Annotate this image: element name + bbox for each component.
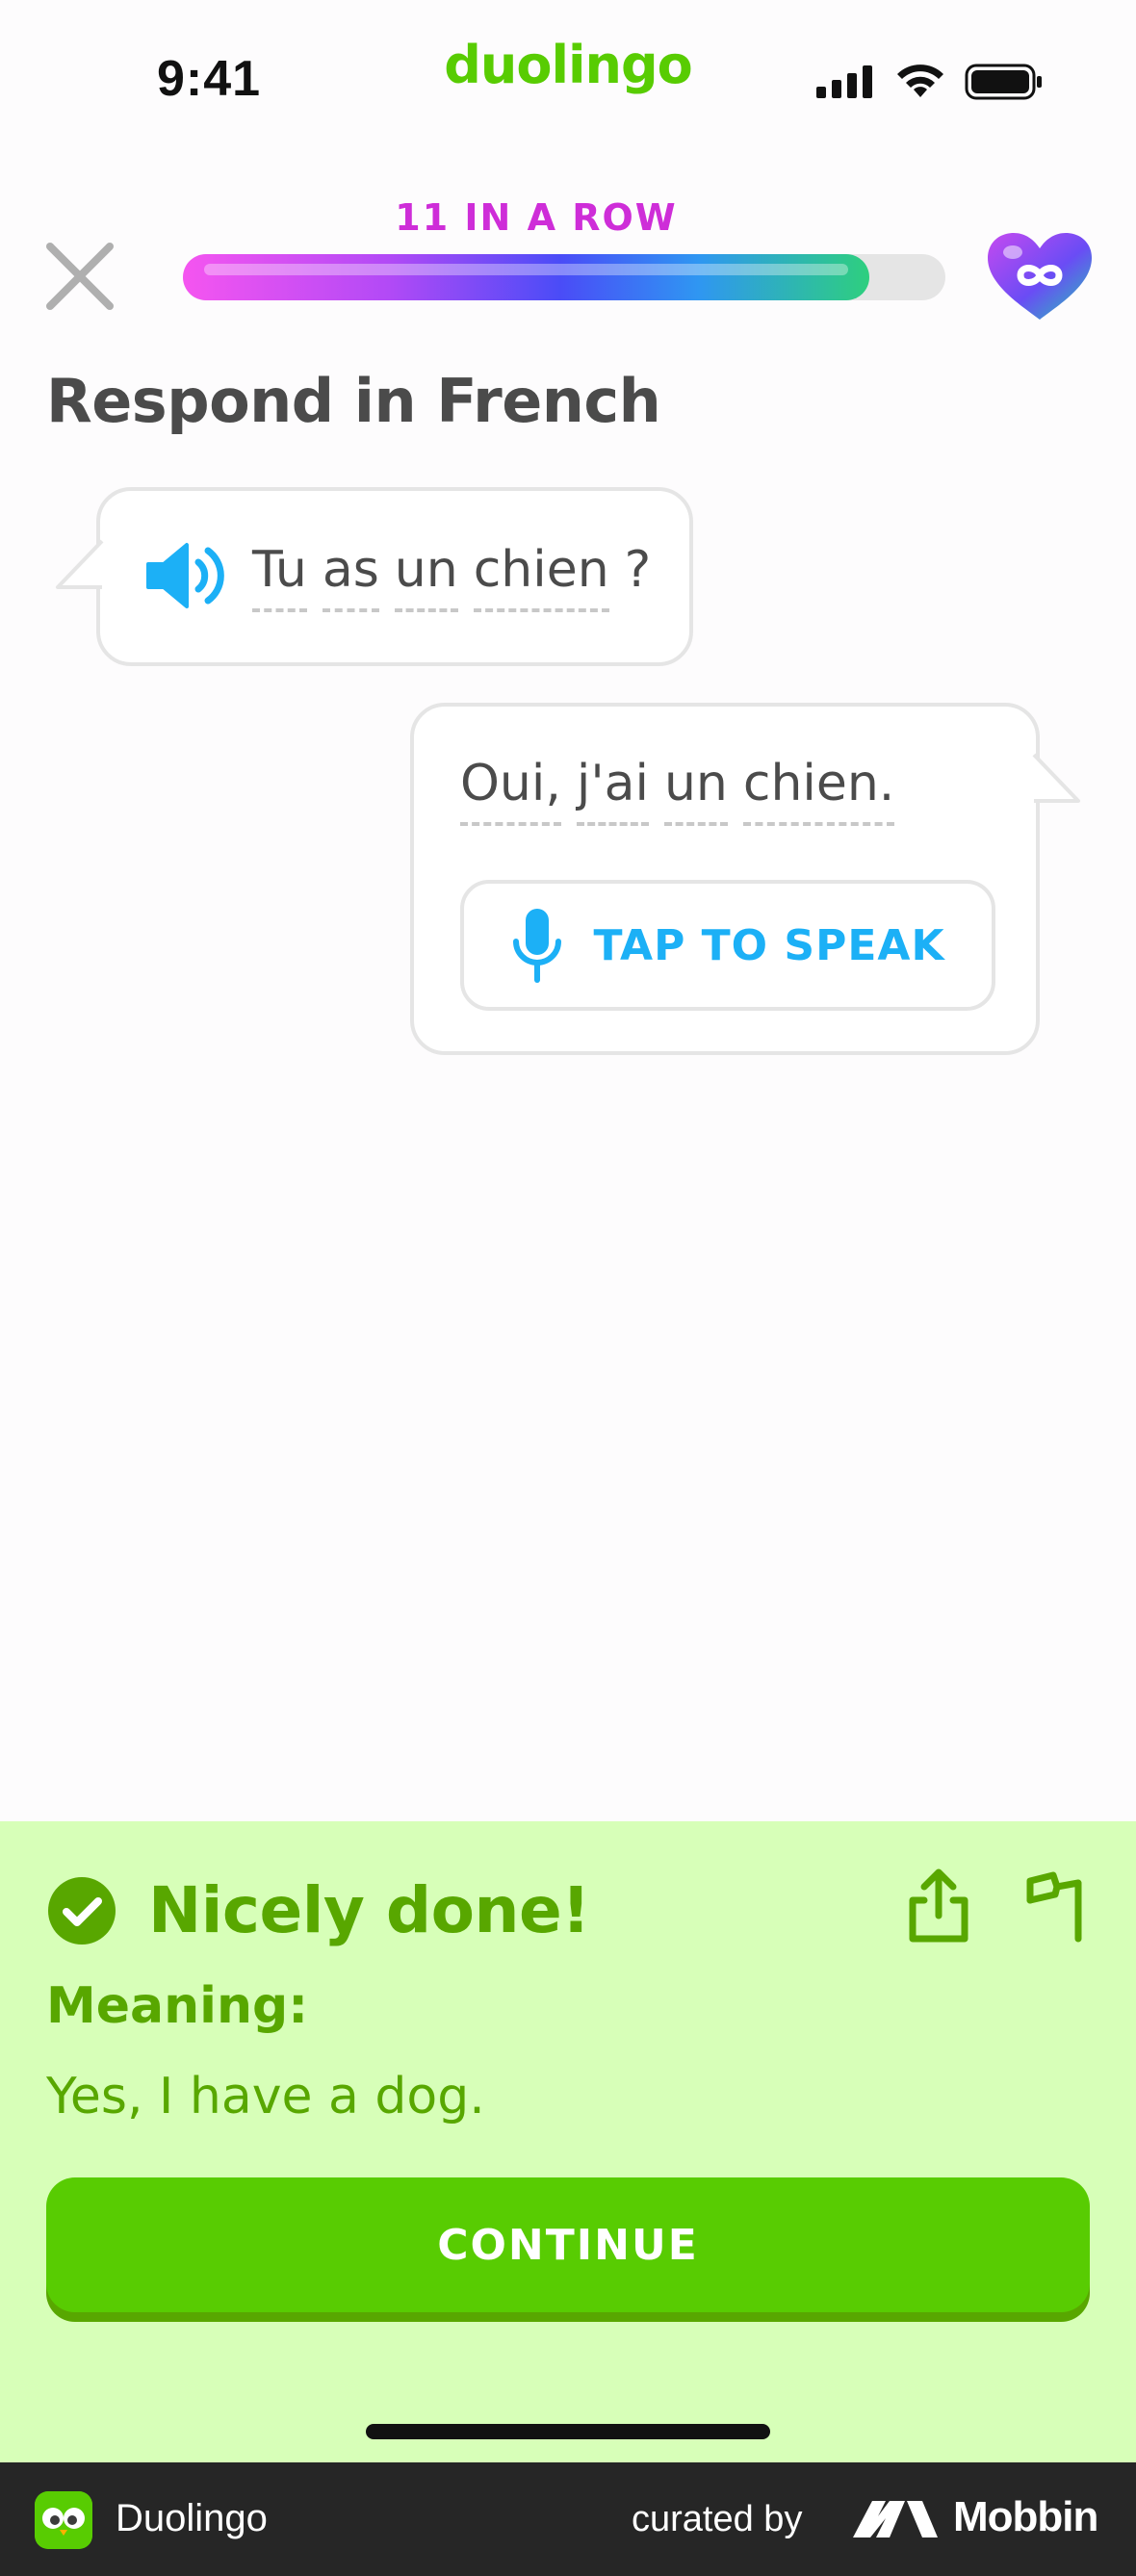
lesson-progress-fill bbox=[183, 254, 869, 300]
close-icon bbox=[46, 243, 114, 310]
lesson-progress-bar bbox=[183, 254, 945, 300]
mobbin-logo-icon bbox=[853, 2501, 938, 2537]
answer-phrase: Oui, j'ai un chien. bbox=[460, 755, 895, 826]
signal-icon bbox=[816, 65, 872, 98]
word-token[interactable]: Tu bbox=[252, 541, 307, 612]
streak-label: 11 IN A ROW bbox=[395, 196, 678, 239]
battery-icon bbox=[965, 64, 1042, 100]
feedback-panel: Nicely done! Meaning: Yes, I have a dog.… bbox=[0, 1821, 1136, 2462]
close-button[interactable] bbox=[44, 241, 116, 312]
report-button[interactable] bbox=[1024, 1869, 1084, 1943]
owl-icon bbox=[35, 2491, 92, 2549]
meaning-text: Yes, I have a dog. bbox=[46, 2068, 485, 2125]
word-token[interactable]: chien bbox=[473, 541, 609, 612]
bubble-tail bbox=[1032, 753, 1080, 803]
bubble-tail bbox=[56, 539, 104, 589]
status-bar: 9:41 duolingo bbox=[0, 0, 1136, 164]
word-token[interactable]: un bbox=[394, 541, 458, 612]
status-icons bbox=[816, 64, 1044, 100]
word-token[interactable]: chien. bbox=[742, 755, 895, 826]
word-token[interactable]: un bbox=[663, 755, 728, 826]
wifi-icon bbox=[897, 64, 943, 97]
home-indicator bbox=[366, 2424, 770, 2439]
microphone-icon bbox=[513, 909, 562, 983]
continue-button[interactable]: CONTINUE bbox=[46, 2177, 1090, 2312]
footer-bar: Duolingo curated by Mobbin bbox=[0, 2462, 1136, 2576]
flag-icon bbox=[1026, 1871, 1082, 1943]
speaker-icon bbox=[146, 543, 224, 608]
share-button[interactable] bbox=[907, 1868, 970, 1945]
question-bubble: Tu as un chien ? bbox=[56, 487, 693, 666]
tap-to-speak-label: TAP TO SPEAK bbox=[593, 920, 945, 970]
prompt-title: Respond in French bbox=[46, 366, 661, 436]
continue-label: CONTINUE bbox=[437, 2220, 699, 2270]
footer-mobbin: Mobbin bbox=[953, 2493, 1098, 2540]
infinite-heart-icon bbox=[988, 233, 1092, 320]
hearts-counter[interactable] bbox=[984, 231, 1096, 323]
share-icon bbox=[909, 1868, 968, 1943]
feedback-title: Nicely done! bbox=[148, 1873, 590, 1947]
meaning-label: Meaning: bbox=[46, 1977, 308, 2035]
word-token: ? bbox=[624, 541, 652, 599]
word-token[interactable]: as bbox=[322, 541, 379, 612]
play-audio-button[interactable] bbox=[144, 535, 225, 616]
question-phrase: Tu as un chien ? bbox=[252, 541, 651, 612]
answer-bubble: Oui, j'ai un chien. TAP TO SPEAK bbox=[410, 703, 1080, 1055]
word-token[interactable]: j'ai bbox=[576, 755, 650, 826]
footer-curated-by: curated by bbox=[632, 2499, 803, 2539]
tap-to-speak-button[interactable]: TAP TO SPEAK bbox=[460, 880, 995, 1011]
footer-app-name: Duolingo bbox=[116, 2497, 268, 2539]
word-token[interactable]: Oui, bbox=[460, 755, 561, 826]
check-circle-icon bbox=[48, 1877, 116, 1945]
